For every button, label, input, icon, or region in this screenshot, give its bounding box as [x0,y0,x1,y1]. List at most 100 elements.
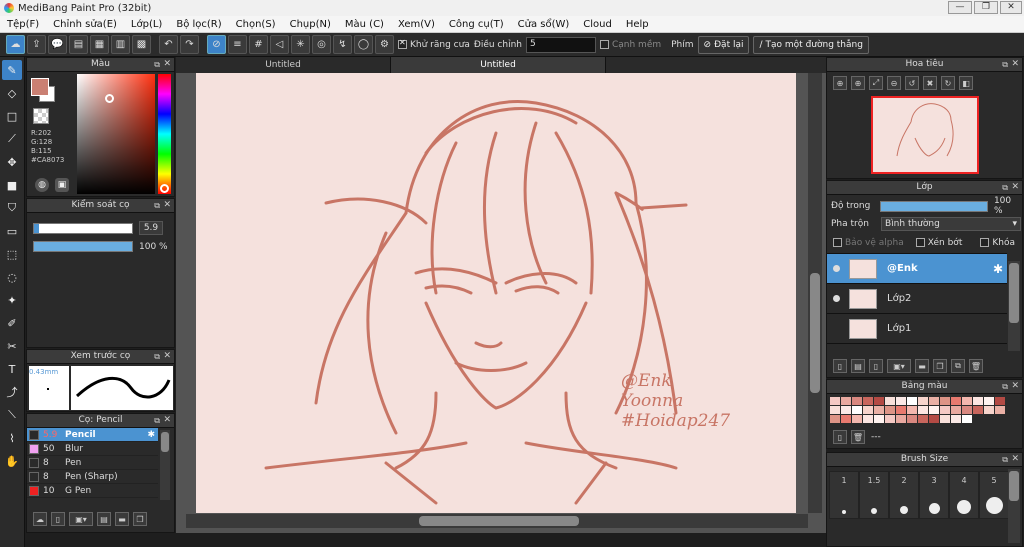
panel-close-icon[interactable]: ✕ [163,58,171,71]
palette-swatches[interactable] [830,397,1010,424]
panel-close-icon[interactable]: ✕ [163,350,171,363]
palette-swatch[interactable] [874,415,884,423]
undock-icon[interactable]: ⧉ [1002,58,1008,71]
brush-settings-icon[interactable]: ✱ [147,430,155,440]
canvas-vertical-scrollbar[interactable] [808,73,822,513]
palette-swatch[interactable] [830,415,840,423]
palette-swatch[interactable] [896,415,906,423]
brush-size-slider[interactable] [33,222,133,234]
redo-icon[interactable]: ↷ [180,35,199,54]
circle-snap-icon[interactable]: ◎ [312,35,331,54]
palette-swatch[interactable] [885,406,895,414]
palette-swatch[interactable] [830,397,840,405]
soft-edge-checkbox[interactable] [599,39,609,49]
new-layer-icon[interactable]: ▯ [833,359,847,373]
grid-icon[interactable]: ▩ [132,35,151,54]
saturation-value-picker[interactable] [77,74,155,194]
document-icon[interactable]: ▦ [90,35,109,54]
text-tool-icon[interactable]: T [2,359,22,379]
palette-swatch[interactable] [951,415,961,423]
brush-size-option[interactable]: 4 [949,471,979,519]
blend-mode-select[interactable]: Bình thường ▾ [881,217,1021,231]
visibility-icon[interactable] [833,295,840,302]
antialias-checkbox[interactable] [398,38,407,49]
select-eraser-icon[interactable]: ✂ [2,336,22,356]
brush-list-scrollbar[interactable] [160,430,170,500]
zoom-out-icon[interactable]: ⊖ [887,76,901,90]
layer-settings-icon[interactable]: ✱ [993,262,1003,276]
layer-opacity-slider[interactable] [880,200,988,212]
fill-shape-icon[interactable]: ■ [2,175,22,195]
new-8bit-layer-icon[interactable]: ▯ [869,359,883,373]
maximize-button[interactable]: ❐ [974,1,998,14]
grid-snap-icon[interactable]: # [249,35,268,54]
brush-item[interactable]: 10 G Pen [27,484,158,498]
navigator-preview[interactable] [871,96,979,174]
brush-size-value[interactable]: 5.9 [139,221,163,235]
tab-untitled-2[interactable]: Untitled [391,57,606,73]
palette-swatch[interactable] [896,397,906,405]
palette-swatch[interactable] [951,406,961,414]
palette-swatch[interactable] [984,397,994,405]
radial-snap-icon[interactable]: ✳ [291,35,310,54]
new-brush-icon[interactable]: ▯ [51,512,65,526]
report-icon[interactable]: ▥ [111,35,130,54]
brush-cloud-icon[interactable]: ☁ [33,512,47,526]
color-wheel-icon[interactable]: ◍ [35,178,49,192]
snap-off-icon[interactable]: ⊘ [207,35,226,54]
palette-swatch[interactable] [929,415,939,423]
panel-close-icon[interactable]: ✕ [1011,453,1019,466]
adjust-select[interactable]: 5 [525,36,596,53]
visibility-icon[interactable] [833,265,840,272]
layer-row[interactable]: Lớp2 [827,284,1007,314]
brush-copy-icon[interactable]: ❐ [133,512,147,526]
move-tool-icon[interactable]: ✥ [2,152,22,172]
palette-swatch[interactable] [973,397,983,405]
brush-item[interactable]: 8 Pen [27,456,158,470]
select-pen-icon[interactable]: ✐ [2,313,22,333]
palette-swatch[interactable] [874,406,884,414]
palette-swatch[interactable] [874,397,884,405]
brush-size-option[interactable]: 1 [829,471,859,519]
tab-untitled-1[interactable]: Untitled [176,57,391,73]
lock-toggle[interactable]: Khóa [980,238,1015,248]
palette-swatch[interactable] [863,415,873,423]
undock-icon[interactable]: ⧉ [154,350,160,363]
palette-switch-icon[interactable]: ▣ [55,178,69,192]
undock-icon[interactable]: ⧉ [154,58,160,71]
flip-icon[interactable]: ◧ [959,76,973,90]
panel-close-icon[interactable]: ✕ [1011,380,1019,393]
brush-item[interactable]: 5.9 Pencil ✱ [27,428,158,442]
clipping-checkbox[interactable] [915,238,925,247]
palette-swatch[interactable] [863,397,873,405]
divide-tool-icon[interactable]: ⟍ [2,405,22,425]
cloud-icon[interactable]: ☁ [6,35,25,54]
chat-icon[interactable]: ▤ [69,35,88,54]
menu-layer[interactable]: Lớp(L) [124,19,169,30]
layer-row[interactable]: @Enk ✱ [827,254,1007,284]
panel-close-icon[interactable]: ✕ [1011,181,1019,194]
palette-swatch[interactable] [918,415,928,423]
eyedropper-icon[interactable]: ⌇ [2,428,22,448]
menu-filter[interactable]: Bộ lọc(R) [169,19,228,30]
antialias-toggle[interactable]: Khử răng cưa [398,38,470,50]
palette-swatch[interactable] [863,406,873,414]
delete-swatch-icon[interactable]: 🗑 [851,430,865,444]
add-swatch-icon[interactable]: ▯ [833,430,847,444]
panel-close-icon[interactable]: ✕ [163,414,171,427]
brush-size-scrollbar[interactable] [1008,469,1020,543]
operation-tool-icon[interactable]: ⤴ [2,382,22,402]
add-brush-icon[interactable]: ▣▾ [69,512,93,526]
curve-snap-icon[interactable]: ↯ [333,35,352,54]
eraser-tool-icon[interactable]: ◇ [2,83,22,103]
parallel-snap-icon[interactable]: ≡ [228,35,247,54]
palette-swatch[interactable] [885,415,895,423]
hue-slider[interactable] [158,74,171,194]
brush-item[interactable]: 50 Blur [27,442,158,456]
lasso-tool-icon[interactable]: ◌ [2,267,22,287]
perspective-snap-icon[interactable]: ◁ [270,35,289,54]
menu-file[interactable]: Tệp(F) [0,19,46,30]
brush-folder-icon[interactable]: ▬ [115,512,129,526]
brush-tool-icon[interactable]: ✎ [2,60,22,80]
palette-swatch[interactable] [896,406,906,414]
